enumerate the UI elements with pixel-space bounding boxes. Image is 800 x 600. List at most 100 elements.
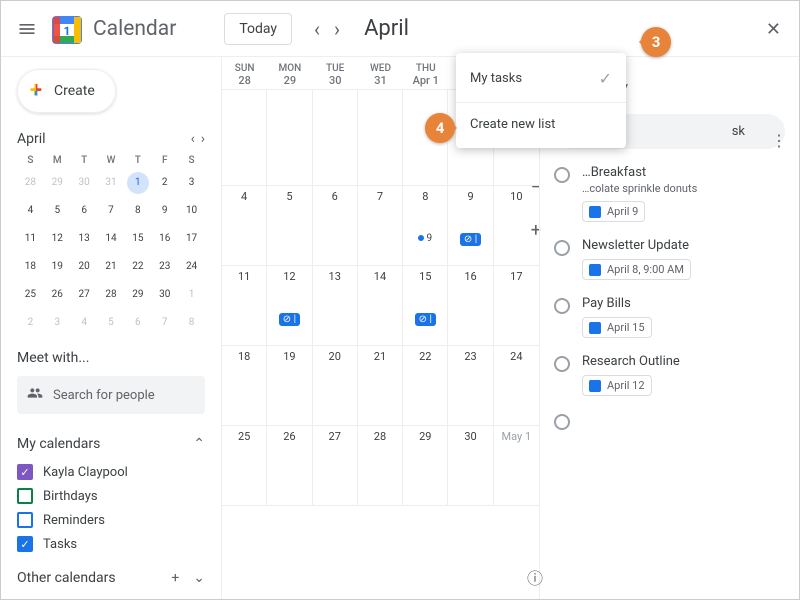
day-cell[interactable]: 9⊘ | [448,186,493,265]
mini-day[interactable]: 19 [46,256,68,278]
day-cell[interactable]: 19 [267,346,312,425]
calendar-item[interactable]: Birthdays [17,484,205,508]
mini-day[interactable]: 31 [100,172,122,194]
day-cell[interactable]: 25 [222,426,267,505]
mini-day[interactable]: 24 [181,256,203,278]
day-cell[interactable]: 23 [448,346,493,425]
mini-day[interactable]: 5 [100,312,122,334]
task-item[interactable]: Newsletter UpdateApril 8, 9:00 AM [554,238,785,280]
task-chip[interactable]: ⊘ | [460,233,481,246]
day-cell[interactable]: 17 [494,266,539,345]
day-cell[interactable]: 12⊘ | [267,266,312,345]
mini-day[interactable]: 2 [19,312,41,334]
mini-day[interactable]: 22 [127,256,149,278]
task-item[interactable]: …Breakfast…colate sprinkle donutsApril 9 [554,165,785,222]
day-cell[interactable]: 11 [222,266,267,345]
mini-day[interactable]: 28 [100,284,122,306]
dropdown-create-new-list[interactable]: Create new list [456,107,626,142]
mini-day[interactable]: 4 [73,312,95,334]
checkbox-icon[interactable] [17,488,33,504]
day-cell[interactable]: 89 [403,186,448,265]
day-cell[interactable]: 28 [358,426,403,505]
day-cell[interactable]: 7 [358,186,403,265]
mini-day[interactable]: 11 [19,228,41,250]
mini-day[interactable]: 30 [154,284,176,306]
day-cell[interactable]: 22 [403,346,448,425]
mini-day[interactable]: 26 [46,284,68,306]
add-calendar-icon[interactable]: + [171,570,179,586]
task-chip[interactable]: ⊘ | [415,313,436,326]
task-item[interactable] [554,412,785,430]
prev-month-icon[interactable]: ‹ [310,13,324,45]
mini-day[interactable]: 5 [46,200,68,222]
mini-day[interactable]: 23 [154,256,176,278]
mini-day[interactable]: 29 [127,284,149,306]
mini-day[interactable]: 21 [100,256,122,278]
mini-day[interactable]: 1 [127,172,149,194]
task-date-chip[interactable]: April 8, 9:00 AM [582,259,691,280]
day-cell[interactable]: 29 [403,426,448,505]
mini-next-icon[interactable]: › [201,131,205,147]
day-cell[interactable] [267,90,312,185]
mini-day[interactable]: 10 [181,200,203,222]
mini-day[interactable]: 20 [73,256,95,278]
mini-day[interactable]: 15 [127,228,149,250]
chevron-up-icon[interactable]: ⌃ [193,436,205,452]
task-radio-icon[interactable] [554,356,570,372]
mini-day[interactable]: 6 [127,312,149,334]
day-cell[interactable]: 30 [448,426,493,505]
checkbox-icon[interactable] [17,512,33,528]
search-people-input[interactable]: Search for people [17,376,205,414]
task-date-chip[interactable]: April 9 [582,201,645,222]
task-radio-icon[interactable] [554,414,570,430]
mini-day[interactable]: 25 [19,284,41,306]
day-cell[interactable] [222,90,267,185]
day-cell[interactable]: 24 [494,346,539,425]
mini-day[interactable]: 1 [181,284,203,306]
create-button[interactable]: + Create [17,69,116,113]
mini-day[interactable]: 7 [100,200,122,222]
task-item[interactable]: Pay BillsApril 15 [554,296,785,338]
hamburger-menu-icon[interactable] [17,19,37,39]
day-cell[interactable]: 13 [313,266,358,345]
chevron-down-icon[interactable]: ⌄ [193,570,205,586]
mini-day[interactable]: 3 [46,312,68,334]
day-cell[interactable]: 27 [313,426,358,505]
task-radio-icon[interactable] [554,167,570,183]
mini-day[interactable]: 7 [154,312,176,334]
checkbox-icon[interactable]: ✓ [17,464,33,480]
task-date-chip[interactable]: April 15 [582,317,652,338]
day-cell[interactable] [313,90,358,185]
mini-day[interactable]: 4 [19,200,41,222]
info-icon[interactable]: ⓘ [527,565,543,589]
mini-day[interactable]: 8 [181,312,203,334]
task-item[interactable]: Research OutlineApril 12 [554,354,785,396]
day-cell[interactable]: 18 [222,346,267,425]
day-cell[interactable]: 6 [313,186,358,265]
mini-day[interactable]: 30 [73,172,95,194]
day-cell[interactable]: 5 [267,186,312,265]
mini-day[interactable]: 27 [73,284,95,306]
mini-day[interactable]: 2 [154,172,176,194]
day-cell[interactable]: 21 [358,346,403,425]
calendar-item[interactable]: Reminders [17,508,205,532]
day-cell[interactable]: 16 [448,266,493,345]
mini-day[interactable]: 14 [100,228,122,250]
day-cell[interactable]: 14 [358,266,403,345]
mini-day[interactable]: 12 [46,228,68,250]
day-cell[interactable]: 26 [267,426,312,505]
mini-day[interactable]: 18 [19,256,41,278]
mini-day[interactable]: 29 [46,172,68,194]
close-panel-icon[interactable]: ✕ [766,19,781,40]
task-chip[interactable]: ⊘ | [279,313,300,326]
task-radio-icon[interactable] [554,240,570,256]
calendar-item[interactable]: ✓Kayla Claypool [17,460,205,484]
mini-day[interactable]: 28 [19,172,41,194]
day-cell[interactable]: 15⊘ | [403,266,448,345]
kebab-menu-icon[interactable]: ⋮ [771,131,787,150]
mini-prev-icon[interactable]: ‹ [191,131,195,147]
mini-day[interactable]: 17 [181,228,203,250]
day-cell[interactable]: 20 [313,346,358,425]
day-cell[interactable]: 4 [222,186,267,265]
mini-day[interactable]: 6 [73,200,95,222]
